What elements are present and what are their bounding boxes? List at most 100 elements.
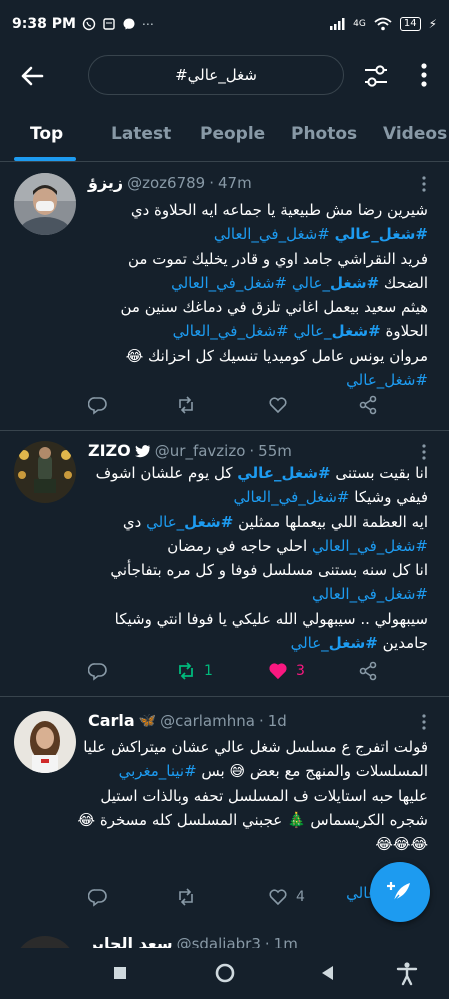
hashtag-link[interactable]: #شغل	[332, 322, 381, 340]
hashtag-link[interactable]: #شغل_في_العالي	[233, 488, 349, 506]
compose-tweet-button[interactable]	[370, 862, 430, 922]
avatar[interactable]	[14, 173, 76, 235]
hashtag-link[interactable]: #نينا_مغربي	[119, 762, 197, 780]
overflow-menu-icon[interactable]	[414, 60, 434, 90]
timestamp: 1m	[273, 934, 298, 949]
tweet-text-line: 😂😂😂	[88, 832, 428, 856]
tweet-text-line: انا كل سنه بستنى مسلسل فوفا و كل مره بتف…	[88, 558, 428, 582]
share-button[interactable]	[358, 661, 378, 681]
filter-icon[interactable]	[362, 62, 390, 90]
tweet-text-line: فريد النقراشي جامد اوي و قادر يخليك تموت…	[88, 247, 428, 271]
retweet-button[interactable]: 1	[176, 661, 213, 681]
hashtag-link[interactable]: #شغل_في_العالي	[312, 585, 428, 603]
active-tab-indicator	[14, 157, 76, 161]
reply-button[interactable]	[88, 661, 116, 681]
tweet-text-segment: دي	[122, 512, 147, 531]
display-name[interactable]: ZIZO	[88, 441, 131, 460]
retweet-count: 1	[204, 663, 213, 679]
handle[interactable]: @zoz6789	[127, 174, 205, 192]
tweet-text-line: هيثم سعيد بيعمل اغاني تلزق في دماغك سنين…	[88, 295, 428, 319]
tweet-text-segment: مروان يونس عامل كوميديا تنسيك كل احزانك …	[125, 346, 428, 365]
hashtag-link[interactable]: _عالي	[146, 513, 184, 531]
like-button[interactable]	[268, 395, 296, 415]
tweet[interactable]: زيزؤ @zoz6789 · 47m شيرين رضا مش طبيعية …	[0, 163, 449, 431]
tweet-text-segment: الحلاوة	[380, 322, 428, 341]
like-count: 4	[296, 889, 305, 905]
like-button[interactable]: 4	[268, 887, 305, 907]
hashtag-link[interactable]: _عالي	[291, 634, 329, 652]
avatar[interactable]	[14, 711, 76, 773]
tweet-text-segment: جامدين	[377, 634, 428, 653]
display-name[interactable]: Carla	[88, 711, 135, 730]
tweet[interactable]: ZIZO @ur_favzizo · 55m انا بقيت بستنى #ش…	[0, 431, 449, 697]
handle[interactable]: @sdaljabr3	[177, 935, 261, 949]
hashtag-link[interactable]: #شغل_في_العالي	[173, 322, 289, 340]
display-name[interactable]: سعد الجابر	[88, 934, 173, 948]
tab-latest[interactable]: Latest	[111, 124, 171, 144]
tweet-menu-icon[interactable]	[421, 176, 427, 192]
home-icon[interactable]	[212, 960, 238, 986]
avatar-image	[14, 173, 76, 235]
avatar[interactable]	[14, 936, 76, 948]
hashtag-link[interactable]: _عالي	[287, 274, 330, 292]
tweet-text-line: شجره الكريسماس 🎄 عجبني المسلسل كله مسخرة…	[78, 808, 428, 832]
retweet-button[interactable]	[176, 887, 204, 907]
tweet-menu-icon[interactable]	[421, 444, 427, 460]
tweet-text-segment: هيثم سعيد بيعمل اغاني تلزق في دماغك سنين…	[120, 298, 428, 317]
tab-bar: Top Latest People Photos Videos	[0, 112, 449, 162]
tweet-text-line: سيبهولي .. سيبهولي الله عليكي يا فوفا ان…	[88, 607, 428, 631]
timestamp: 1d	[267, 711, 287, 730]
tab-top[interactable]: Top	[30, 124, 63, 144]
display-name[interactable]: زيزؤ	[88, 173, 123, 192]
share-icon	[359, 395, 377, 415]
avatar-image	[14, 711, 76, 773]
tweet-text-line: الضحك #شغل_عالي #شغل_في_العالي	[88, 271, 428, 295]
battery-indicator: 14	[399, 17, 421, 31]
back-arrow-icon[interactable]	[18, 62, 46, 90]
avatar[interactable]	[14, 441, 76, 503]
retweet-icon	[179, 662, 193, 680]
hashtag-link[interactable]: #شغل_في_العالي	[312, 537, 428, 555]
reply-button[interactable]	[88, 395, 116, 415]
tweet-menu-icon[interactable]	[421, 714, 427, 730]
accessibility-icon[interactable]	[394, 960, 420, 986]
back-nav-icon[interactable]	[314, 960, 340, 986]
tweet-text-segment: شيرين رضا مش طبيعية يا جماعه ايه الحلاوة…	[130, 201, 428, 219]
tab-people[interactable]: People	[200, 124, 265, 144]
tweet-text-line: #شغل_عالي	[88, 368, 428, 392]
retweet-button[interactable]	[176, 395, 204, 415]
hashtag-link[interactable]: #شغل	[184, 513, 233, 531]
recents-icon[interactable]	[107, 960, 133, 986]
tab-videos[interactable]: Videos	[383, 124, 447, 144]
tweet-text: شيرين رضا مش طبيعية يا جماعه ايه الحلاوة…	[88, 198, 428, 392]
like-button[interactable]: 3	[268, 661, 305, 681]
tweet-text: انا بقيت بستنى #شغل_عالي كل يوم علشان اش…	[88, 461, 428, 655]
reply-icon	[88, 397, 107, 415]
hashtag-link[interactable]: #شغل_عالي	[237, 464, 330, 482]
tweet-text-line: ايه العظمة اللي بيعملها ممثلين #شغل_عالي…	[88, 510, 428, 534]
tweet-header: ZIZO @ur_favzizo · 55m	[88, 441, 292, 460]
hashtag-link[interactable]: #شغل_في_العالي	[214, 225, 330, 243]
tweet-text-segment: الضحك	[379, 273, 428, 292]
tweet-header: Carla 🦋 @carlamhna · 1d	[88, 711, 287, 730]
tab-photos[interactable]: Photos	[291, 124, 357, 144]
handle[interactable]: @carlamhna	[160, 712, 255, 730]
hashtag-link[interactable]: #شغل	[330, 274, 379, 292]
tweet-text-line: الحلاوة #شغل_عالي #شغل_في_العالي	[88, 319, 428, 343]
tweet-partial[interactable]: سعد الجابر @sdaljabr3 · 1m	[0, 930, 449, 948]
hashtag-link[interactable]: #شغل_عالي	[346, 371, 428, 389]
reply-button[interactable]	[88, 887, 116, 907]
status-bar: 9:38 PM ⋯ 4G 14 ⚡	[0, 0, 449, 48]
hashtag-link[interactable]: #شغل_في_العالي	[171, 274, 287, 292]
share-button[interactable]	[358, 395, 378, 415]
tweet-text-line: شيرين رضا مش طبيعية يا جماعه ايه الحلاوة…	[88, 198, 428, 222]
wifi-icon	[374, 17, 392, 31]
search-input[interactable]: #شغل_عالي	[88, 55, 344, 95]
tweet-text-segment: انا بقيت بستنى	[330, 464, 428, 482]
hashtag-link[interactable]: #شغل	[329, 634, 378, 652]
handle[interactable]: @ur_favzizo	[155, 442, 246, 460]
network-type: 4G	[353, 19, 366, 29]
hashtag-link[interactable]: _عالي	[289, 322, 331, 340]
hashtag-link[interactable]: #شغل_عالي	[335, 225, 428, 243]
tweet-text-segment: 😂😂😂	[375, 835, 428, 854]
